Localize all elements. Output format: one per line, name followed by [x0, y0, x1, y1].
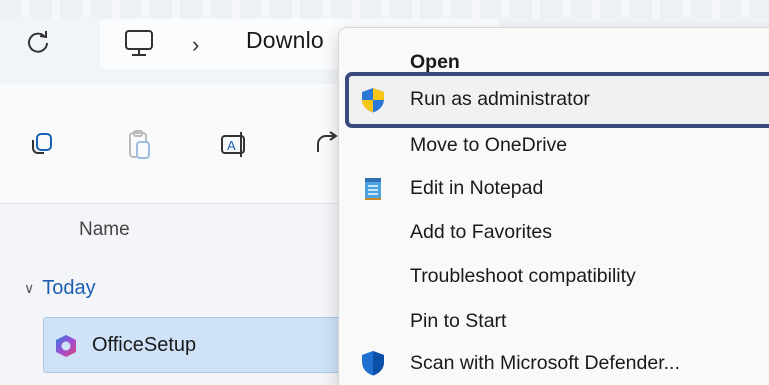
copy-icon[interactable]	[28, 128, 60, 162]
group-header-today[interactable]: ∨ Today	[24, 277, 96, 300]
menu-item-move-to-onedrive[interactable]: Move to OneDrive	[339, 125, 769, 165]
menu-item-run-as-administrator[interactable]: Run as administrator	[345, 72, 769, 128]
defender-shield-icon	[359, 349, 387, 377]
menu-item-label: Troubleshoot compatibility	[410, 265, 636, 287]
context-menu: Open Run as administrator Move to OneDri…	[338, 27, 769, 385]
svg-text:A: A	[227, 138, 236, 153]
menu-item-label: Scan with Microsoft Defender...	[410, 352, 680, 374]
office-logo-icon	[53, 333, 79, 359]
uac-shield-icon	[359, 86, 387, 114]
menu-item-scan-with-defender[interactable]: Scan with Microsoft Defender...	[339, 343, 769, 383]
file-name: OfficeSetup	[92, 334, 197, 356]
menu-item-label: Edit in Notepad	[410, 177, 544, 199]
menu-item-add-to-favorites[interactable]: Add to Favorites	[339, 212, 769, 252]
chevron-down-icon[interactable]: ∨	[24, 280, 34, 297]
menu-item-label: Open	[410, 51, 460, 73]
file-row-selected[interactable]: OfficeSetup	[43, 317, 383, 373]
column-header-name[interactable]: Name	[79, 219, 130, 241]
menu-item-pin-to-start[interactable]: Pin to Start	[339, 301, 769, 341]
notepad-icon	[359, 174, 387, 202]
group-label: Today	[42, 277, 96, 299]
menu-item-label: Run as administrator	[410, 88, 590, 110]
menu-item-label: Add to Favorites	[410, 221, 552, 243]
breadcrumb-chevron-icon[interactable]: ›	[192, 32, 199, 58]
menu-item-label: Pin to Start	[410, 310, 507, 332]
rename-icon[interactable]: A	[219, 128, 251, 162]
menu-item-edit-in-notepad[interactable]: Edit in Notepad	[339, 168, 769, 208]
menu-item-troubleshoot-compatibility[interactable]: Troubleshoot compatibility	[339, 256, 769, 296]
monitor-icon[interactable]	[122, 28, 158, 60]
refresh-icon[interactable]	[22, 26, 54, 58]
menu-item-label: Move to OneDrive	[410, 134, 568, 156]
breadcrumb-downloads[interactable]: Downlo	[246, 27, 324, 54]
paste-icon[interactable]	[124, 128, 156, 162]
